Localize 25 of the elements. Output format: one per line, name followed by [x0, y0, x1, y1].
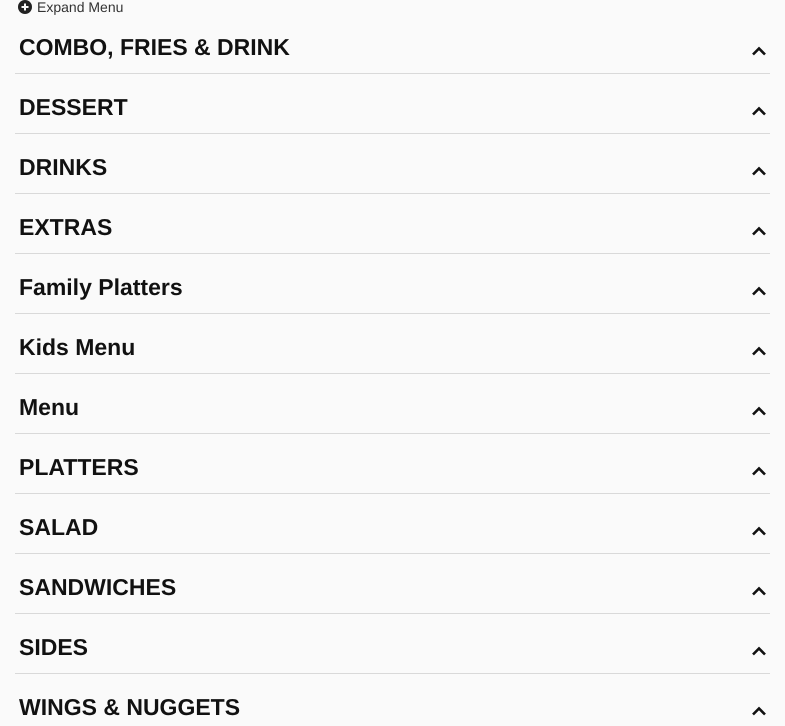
category-header[interactable]: EXTRAS [15, 194, 770, 254]
chevron-up-icon [751, 406, 767, 416]
chevron-up-icon [751, 346, 767, 356]
category-header[interactable]: Family Platters [15, 254, 770, 314]
category-header[interactable]: SALAD [15, 494, 770, 554]
chevron-up-icon [751, 646, 767, 656]
chevron-up-icon [751, 706, 767, 716]
chevron-up-icon [751, 586, 767, 596]
chevron-up-icon [751, 46, 767, 56]
chevron-up-icon [751, 106, 767, 116]
chevron-up-icon [751, 526, 767, 536]
category-header[interactable]: SANDWICHES [15, 554, 770, 614]
chevron-up-icon [751, 286, 767, 296]
category-header[interactable]: Menu [15, 374, 770, 434]
category-header[interactable]: COMBO, FRIES & DRINK [15, 14, 770, 74]
category-header[interactable]: Kids Menu [15, 314, 770, 374]
category-header[interactable]: SIDES [15, 614, 770, 674]
chevron-up-icon [751, 166, 767, 176]
chevron-up-icon [751, 226, 767, 236]
category-header[interactable]: DESSERT [15, 74, 770, 134]
category-header[interactable]: PLATTERS [15, 434, 770, 494]
category-header[interactable]: WINGS & NUGGETS [15, 674, 770, 726]
chevron-up-icon [751, 466, 767, 476]
category-header[interactable]: DRINKS [15, 134, 770, 194]
expand-menu-link[interactable]: Expand Menu [18, 0, 124, 14]
